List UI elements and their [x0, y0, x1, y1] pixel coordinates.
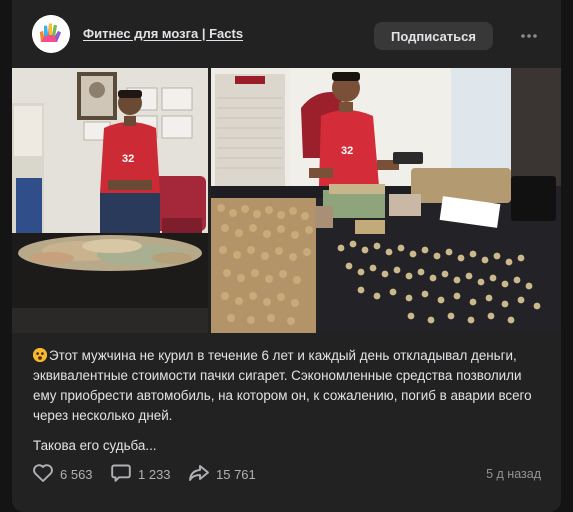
svg-text:32: 32	[341, 145, 353, 157]
subscribe-button[interactable]: Подписаться	[374, 22, 493, 50]
community-name-link[interactable]: Фитнес для мозга | Facts	[83, 26, 243, 41]
comment-count: 1 233	[138, 466, 171, 482]
share-button[interactable]: 15 761	[188, 460, 256, 488]
comment-button[interactable]: 1 233	[110, 460, 171, 488]
post-timestamp[interactable]: 5 д назад	[486, 467, 541, 481]
svg-text:32: 32	[122, 153, 134, 165]
share-icon	[188, 463, 210, 486]
post-paragraph-1: Этот мужчина не курил в течение 6 лет и …	[33, 346, 548, 426]
share-count: 15 761	[216, 466, 256, 482]
ellipsis-icon[interactable]	[518, 26, 540, 46]
post-photo-1[interactable]: 32	[12, 68, 208, 333]
heart-icon	[32, 463, 54, 486]
post-header: Фитнес для мозга | Facts Подписаться	[12, 0, 561, 68]
like-count: 6 563	[60, 466, 93, 482]
like-button[interactable]: 6 563	[32, 460, 93, 488]
post-text: Этот мужчина не курил в течение 6 лет и …	[33, 346, 548, 456]
astonished-face-emoji	[33, 348, 47, 362]
post-card: Фитнес для мозга | Facts Подписаться 32 …	[12, 0, 561, 512]
community-avatar[interactable]	[32, 15, 70, 53]
post-paragraph-1-text: Этот мужчина не курил в течение 6 лет и …	[33, 348, 532, 423]
post-footer: 6 563 1 233 15 761 5 д назад	[12, 460, 561, 488]
post-paragraph-2: Такова его судьба...	[33, 438, 157, 453]
comment-icon	[110, 463, 132, 486]
post-photo-2[interactable]: 32	[211, 68, 561, 333]
